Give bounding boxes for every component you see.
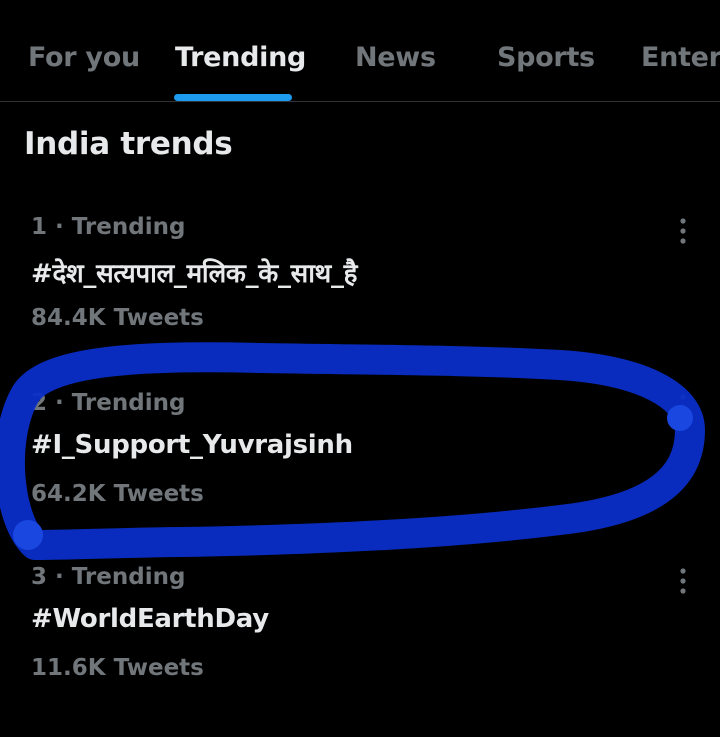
trend-item[interactable]: 1 · Trending #देश_सत्यपाल_मलिक_के_साथ_है…: [0, 214, 720, 364]
active-tab-indicator: [174, 94, 292, 101]
tab-news[interactable]: News: [355, 42, 436, 73]
trend-item[interactable]: 3 · Trending #WorldEarthDay 11.6K Tweets: [0, 564, 720, 714]
trend-rank-label: 1 · Trending: [31, 214, 186, 240]
trend-tweet-count: 11.6K Tweets: [31, 655, 204, 681]
trend-hashtag[interactable]: #WorldEarthDay: [31, 604, 269, 634]
trend-hashtag[interactable]: #देश_सत्यपाल_मलिक_के_साथ_है: [31, 254, 357, 290]
trend-tweet-count: 64.2K Tweets: [31, 481, 204, 507]
trend-rank-label: 2 · Trending: [31, 390, 186, 416]
tab-trending[interactable]: Trending: [175, 42, 306, 73]
trend-hashtag[interactable]: #I_Support_Yuvrajsinh: [31, 430, 353, 460]
tab-for-you[interactable]: For you: [28, 42, 140, 73]
trend-tweet-count: 84.4K Tweets: [31, 305, 204, 331]
more-vertical-icon[interactable]: [668, 392, 698, 422]
more-vertical-icon[interactable]: [668, 566, 698, 596]
trend-item[interactable]: 2 · Trending #I_Support_Yuvrajsinh 64.2K…: [0, 390, 720, 540]
tab-entertainment[interactable]: Entert: [641, 42, 720, 73]
trend-rank-label: 3 · Trending: [31, 564, 186, 590]
more-vertical-icon[interactable]: [668, 216, 698, 246]
section-title: India trends: [24, 126, 233, 162]
tab-bar: For you Trending News Sports Entert: [0, 0, 720, 102]
tab-sports[interactable]: Sports: [497, 42, 595, 73]
